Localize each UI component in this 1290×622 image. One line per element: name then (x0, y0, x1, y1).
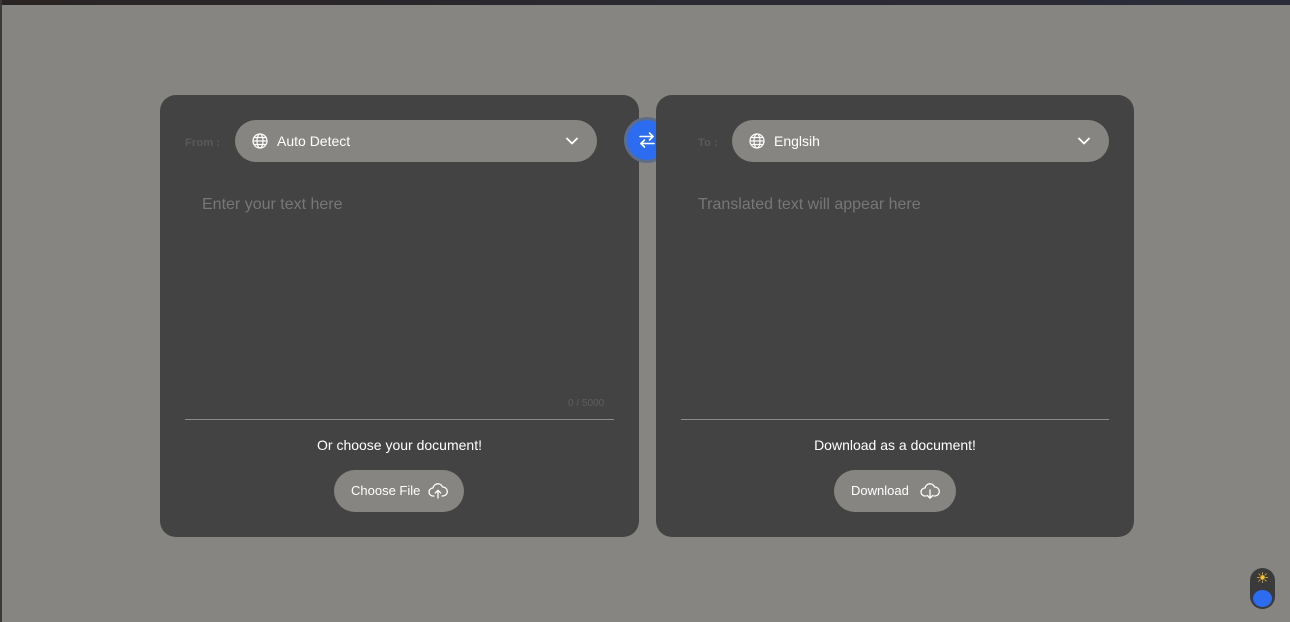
globe-icon (252, 133, 268, 149)
source-language-select[interactable]: Auto Detect (235, 120, 597, 162)
theme-toggle[interactable]: ☀ (1250, 568, 1275, 609)
chevron-down-icon (566, 137, 578, 145)
source-language-value: Auto Detect (277, 133, 351, 149)
source-text-input[interactable] (202, 196, 602, 386)
output-placeholder: Translated text will appear here (698, 196, 921, 213)
window-left-edge (0, 0, 2, 622)
cloud-upload-icon (428, 483, 448, 499)
target-language-value: Englsih (774, 133, 820, 149)
target-divider (681, 419, 1109, 420)
source-divider (185, 419, 614, 420)
translated-text-output: Translated text will appear here (698, 196, 1098, 386)
target-language-label: To : (698, 137, 719, 149)
download-label: Download (851, 483, 909, 498)
choose-document-caption: Or choose your document! (317, 437, 482, 453)
target-language-select[interactable]: Englsih (732, 120, 1109, 162)
globe-icon (749, 133, 765, 149)
chevron-down-icon (1078, 137, 1090, 145)
choose-file-button[interactable]: Choose File (334, 470, 464, 512)
toggle-knob (1253, 590, 1272, 607)
download-document-caption: Download as a document! (814, 437, 976, 453)
choose-file-label: Choose File (351, 483, 421, 498)
download-button[interactable]: Download (834, 470, 956, 512)
cloud-download-icon (920, 483, 940, 499)
window-top-strip (0, 0, 1290, 5)
character-counter: 0 / 5000 (568, 398, 605, 409)
source-language-label: From : (185, 137, 221, 149)
sun-icon: ☀ (1255, 570, 1270, 587)
swap-arrows-icon (639, 132, 655, 148)
